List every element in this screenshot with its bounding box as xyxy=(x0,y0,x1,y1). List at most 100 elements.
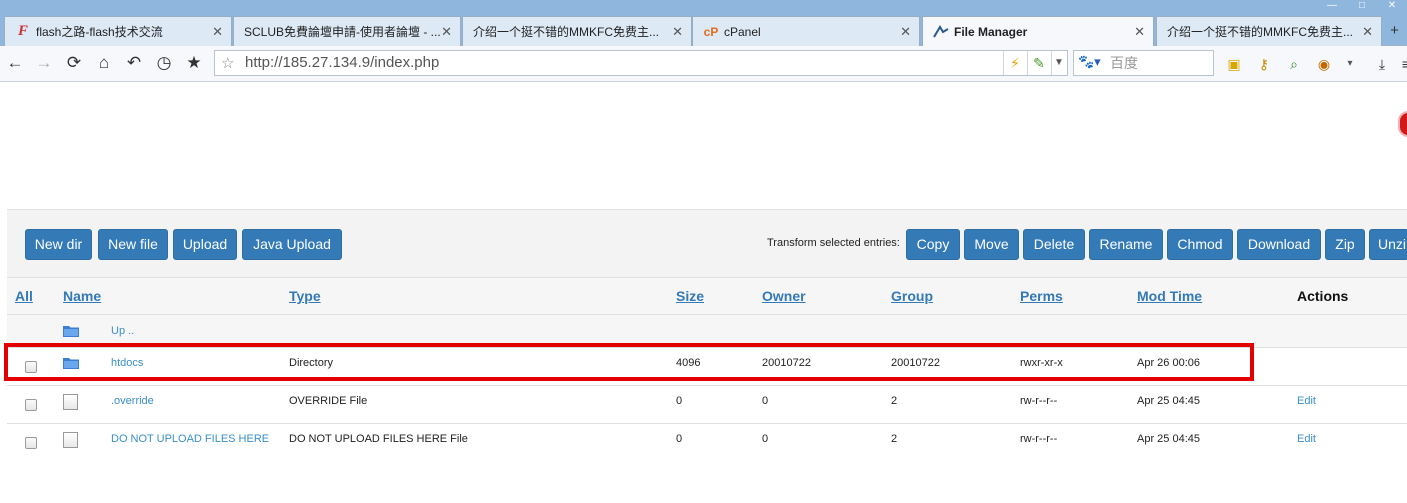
sort-type-link[interactable]: Type xyxy=(289,288,321,304)
divider xyxy=(1027,51,1028,75)
file-manager-favicon-icon xyxy=(933,24,949,40)
key-icon[interactable]: ⚷ xyxy=(1254,54,1274,74)
undo-icon[interactable]: ↶ xyxy=(123,52,145,74)
chmod-button[interactable]: Chmod xyxy=(1167,229,1233,260)
tab-title: 介绍一个挺不错的MMKFC免费主... xyxy=(1167,25,1353,39)
sort-group-link[interactable]: Group xyxy=(891,288,933,304)
favorite-star-icon[interactable]: ☆ xyxy=(221,54,234,72)
close-tab-icon[interactable]: ✕ xyxy=(212,24,223,40)
file-icon xyxy=(63,432,78,448)
flash-favicon-icon: F xyxy=(17,23,28,39)
file-type: DO NOT UPLOAD FILES HERE File xyxy=(289,433,468,445)
transform-label: Transform selected entries: xyxy=(767,237,900,249)
edit-link[interactable]: Edit xyxy=(1297,395,1316,407)
history-icon[interactable]: ◷ xyxy=(153,52,175,74)
home-icon[interactable]: ⌂ xyxy=(93,52,115,74)
file-size: 0 xyxy=(676,433,683,445)
sort-owner-link[interactable]: Owner xyxy=(762,288,806,304)
bookmark-star-icon[interactable]: ★ xyxy=(183,52,205,74)
tab-mmkfc-1[interactable]: 介绍一个挺不错的MMKFC免费主... ✕ xyxy=(462,16,692,46)
close-tab-icon[interactable]: ✕ xyxy=(900,24,911,40)
move-button[interactable]: Move xyxy=(964,229,1019,260)
sort-perms-link[interactable]: Perms xyxy=(1020,288,1063,304)
delete-button[interactable]: Delete xyxy=(1023,229,1085,260)
upload-button[interactable]: Upload xyxy=(173,229,237,260)
table-header: All Name Type Size Owner Group Perms Mod… xyxy=(7,278,1407,315)
close-tab-icon[interactable]: ✕ xyxy=(1134,24,1145,40)
address-bar[interactable]: ☆ http://185.27.134.9/index.php ⚡ ✎ ▼ xyxy=(214,50,1068,76)
tiger-extension-icon[interactable]: ◉ xyxy=(1314,54,1334,74)
tab-mmkfc-2[interactable]: 介绍一个挺不错的MMKFC免费主... ✕ xyxy=(1156,16,1382,46)
tab-cpanel[interactable]: cP cPanel ✕ xyxy=(692,16,920,46)
close-tab-icon[interactable]: ✕ xyxy=(1362,24,1373,40)
divider xyxy=(1003,51,1004,75)
new-file-button[interactable]: New file xyxy=(98,229,168,260)
highlight-annotation xyxy=(4,343,1254,381)
search-extension-icon[interactable]: ⌕ xyxy=(1284,54,1304,74)
download-button[interactable]: Download xyxy=(1237,229,1321,260)
reload-icon[interactable]: ⟳ xyxy=(63,52,85,74)
new-dir-button[interactable]: New dir xyxy=(25,229,92,260)
file-name-link[interactable]: DO NOT UPLOAD FILES HERE xyxy=(111,433,269,445)
file-modtime: Apr 25 04:45 xyxy=(1137,433,1200,445)
tab-title: SCLUB免費論壇申請-使用者論壇 - ... xyxy=(244,25,441,39)
copy-button[interactable]: Copy xyxy=(906,229,960,260)
file-perms[interactable]: rw-r--r-- xyxy=(1020,433,1057,445)
tab-title: flash之路-flash技术交流 xyxy=(36,25,163,39)
window-controls: — □ ✕ xyxy=(1317,0,1407,14)
forward-icon[interactable]: → xyxy=(33,52,55,74)
close-tab-icon[interactable]: ✕ xyxy=(441,24,452,40)
extensions-dropdown-icon[interactable]: ▾ xyxy=(1340,54,1360,74)
pin-icon[interactable]: ✎ xyxy=(1029,53,1049,73)
back-icon[interactable]: ← xyxy=(4,52,26,74)
file-group: 2 xyxy=(891,395,898,407)
lightning-icon[interactable]: ⚡ xyxy=(1005,53,1025,73)
url-text[interactable]: http://185.27.134.9/index.php xyxy=(245,51,439,75)
actions-header: Actions xyxy=(1297,288,1349,304)
browser-toolbar: ← → ⟳ ⌂ ↶ ◷ ★ ☆ http://185.27.134.9/inde… xyxy=(0,46,1407,82)
maximize-icon[interactable]: □ xyxy=(1347,0,1377,14)
file-owner: 0 xyxy=(762,433,769,445)
table-row[interactable]: DO NOT UPLOAD FILES HERE DO NOT UPLOAD F… xyxy=(7,424,1407,462)
tab-sclub[interactable]: SCLUB免費論壇申請-使用者論壇 - ... ✕ xyxy=(233,16,461,46)
table-row[interactable]: .override OVERRIDE File 0 0 2 rw-r--r-- … xyxy=(7,386,1407,424)
edit-link[interactable]: Edit xyxy=(1297,433,1316,445)
notification-badge-icon[interactable] xyxy=(1398,111,1407,137)
file-owner: 0 xyxy=(762,395,769,407)
file-action-bar: New dir New file Upload Java Upload Tran… xyxy=(7,209,1407,278)
file-name-link[interactable]: .override xyxy=(111,395,154,407)
file-perms[interactable]: rw-r--r-- xyxy=(1020,395,1057,407)
new-tab-button[interactable]: + xyxy=(1382,16,1407,46)
dropdown-arrow-icon[interactable]: ▼ xyxy=(1049,53,1069,73)
file-type: OVERRIDE File xyxy=(289,395,368,407)
close-tab-icon[interactable]: ✕ xyxy=(672,24,683,40)
file-size: 0 xyxy=(676,395,683,407)
select-all-link[interactable]: All xyxy=(15,288,33,304)
up-link[interactable]: Up .. xyxy=(111,325,134,337)
tab-title: cPanel xyxy=(724,24,761,39)
java-upload-button[interactable]: Java Upload xyxy=(242,229,342,260)
sort-name-link[interactable]: Name xyxy=(63,288,101,304)
row-checkbox[interactable] xyxy=(25,437,37,449)
tab-title: 介绍一个挺不错的MMKFC免费主... xyxy=(473,25,659,39)
rename-button[interactable]: Rename xyxy=(1089,229,1163,260)
tab-flash[interactable]: F flash之路-flash技术交流 ✕ xyxy=(4,16,232,46)
notes-extension-icon[interactable]: ▣ xyxy=(1224,54,1244,74)
file-group: 2 xyxy=(891,433,898,445)
unzip-button[interactable]: Unzi xyxy=(1369,229,1407,260)
close-window-icon[interactable]: ✕ xyxy=(1377,0,1407,14)
search-box[interactable]: 🐾▾ 百度 xyxy=(1073,50,1214,76)
minimize-icon[interactable]: — xyxy=(1317,0,1347,14)
row-checkbox[interactable] xyxy=(25,399,37,411)
sort-modtime-link[interactable]: Mod Time xyxy=(1137,288,1202,304)
tab-file-manager[interactable]: File Manager ✕ xyxy=(922,16,1154,47)
tab-title: File Manager xyxy=(954,25,1028,39)
menu-icon[interactable]: ≡ xyxy=(1396,54,1407,74)
zip-button[interactable]: Zip xyxy=(1325,229,1365,260)
sort-size-link[interactable]: Size xyxy=(676,288,704,304)
download-icon[interactable]: ⤓ xyxy=(1372,54,1392,74)
folder-icon xyxy=(63,326,79,337)
file-icon xyxy=(63,394,78,410)
baidu-paw-icon[interactable]: 🐾▾ xyxy=(1078,54,1101,70)
file-modtime: Apr 25 04:45 xyxy=(1137,395,1200,407)
